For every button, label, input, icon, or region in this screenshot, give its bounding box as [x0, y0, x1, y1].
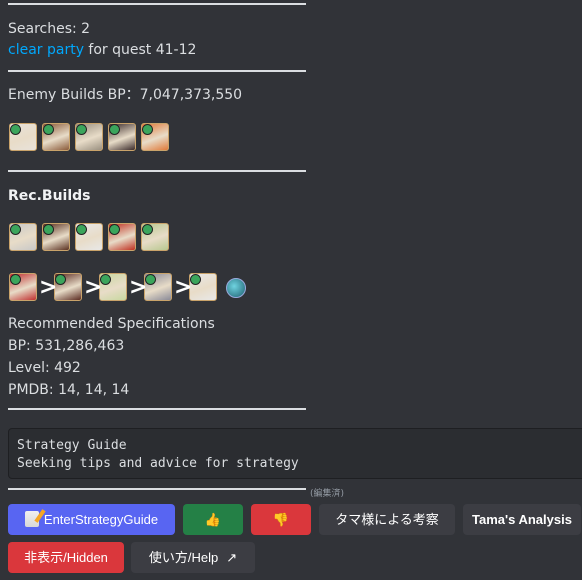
element-badge-icon — [76, 124, 87, 135]
element-badge-icon — [10, 224, 21, 235]
character-avatar — [141, 123, 169, 151]
element-badge-icon — [43, 124, 54, 135]
emblem-icon — [226, 278, 246, 298]
enter-strategy-guide-button[interactable]: EnterStrategyGuide — [8, 504, 175, 535]
hidden-button[interactable]: 非表示/Hidden — [8, 542, 124, 573]
arrow-icon: > — [129, 275, 148, 300]
help-label: 使い方/Help — [148, 550, 219, 565]
tama-analysis-label: Tama's Analysis — [472, 512, 572, 527]
character-avatar — [144, 273, 172, 301]
enemy-builds-bp: Enemy Builds BP：7,047,373,550 — [8, 87, 243, 103]
rec-spec-title: Recommended Specifications — [8, 316, 215, 332]
element-badge-icon — [10, 124, 21, 135]
thumbs-down-button[interactable]: 👎 — [251, 504, 311, 535]
element-badge-icon — [43, 224, 54, 235]
quest-text: for quest 41-12 — [83, 42, 197, 58]
external-link-icon: ↗ — [226, 550, 238, 565]
enter-strategy-guide-label: EnterStrategyGuide — [43, 512, 159, 527]
tama-consideration-label: タマ様による考察 — [335, 512, 439, 527]
quest-line: clear party for quest 41-12 — [8, 41, 196, 59]
thumbs-down-icon: 👎 — [272, 512, 290, 527]
character-avatar — [108, 223, 136, 251]
pmdb-value: PMDB: 14, 14, 14 — [8, 382, 130, 398]
character-avatar — [75, 123, 103, 151]
rec-builds-title: Rec.Builds — [8, 188, 91, 204]
top-separator — [8, 3, 306, 5]
level-value: Level: 492 — [8, 360, 81, 376]
character-avatar — [75, 223, 103, 251]
character-avatar — [141, 223, 169, 251]
arrow-icon: > — [174, 275, 193, 300]
arrow-icon: > — [39, 275, 58, 300]
separator-3 — [8, 408, 306, 410]
element-badge-icon — [76, 224, 87, 235]
character-avatar — [42, 223, 70, 251]
character-avatar — [108, 123, 136, 151]
thumbs-up-button[interactable]: 👍 — [183, 504, 243, 535]
character-avatar — [9, 123, 37, 151]
element-badge-icon — [109, 224, 120, 235]
edited-label: (編集済) — [310, 489, 345, 499]
element-badge-icon — [142, 224, 153, 235]
separator-4 — [8, 488, 306, 490]
bp-value: BP: 531,286,463 — [8, 338, 125, 354]
character-avatar — [54, 273, 82, 301]
memo-icon — [24, 511, 39, 527]
help-button[interactable]: 使い方/Help ↗ — [131, 542, 255, 573]
tama-consideration-button[interactable]: タマ様による考察 — [319, 504, 455, 535]
clear-party-link[interactable]: clear party — [8, 42, 84, 58]
arrow-icon: > — [84, 275, 103, 300]
hidden-label: 非表示/Hidden — [24, 550, 108, 565]
thumbs-up-icon: 👍 — [204, 512, 222, 527]
code-block: Strategy Guide Seeking tips and advice f… — [8, 428, 582, 479]
character-avatar — [99, 273, 127, 301]
separator-2 — [8, 170, 306, 172]
character-avatar — [9, 223, 37, 251]
element-badge-icon — [10, 274, 21, 285]
tama-analysis-button[interactable]: Tama's Analysis — [463, 504, 581, 535]
code-line-2: Seeking tips and advice for strategy — [17, 456, 299, 471]
separator-1 — [8, 70, 306, 72]
code-line-1: Strategy Guide — [17, 438, 127, 453]
element-badge-icon — [109, 124, 120, 135]
element-badge-icon — [142, 124, 153, 135]
character-avatar — [42, 123, 70, 151]
searches-count: Searches: 2 — [8, 21, 91, 37]
character-avatar — [9, 273, 37, 301]
character-avatar — [189, 273, 217, 301]
